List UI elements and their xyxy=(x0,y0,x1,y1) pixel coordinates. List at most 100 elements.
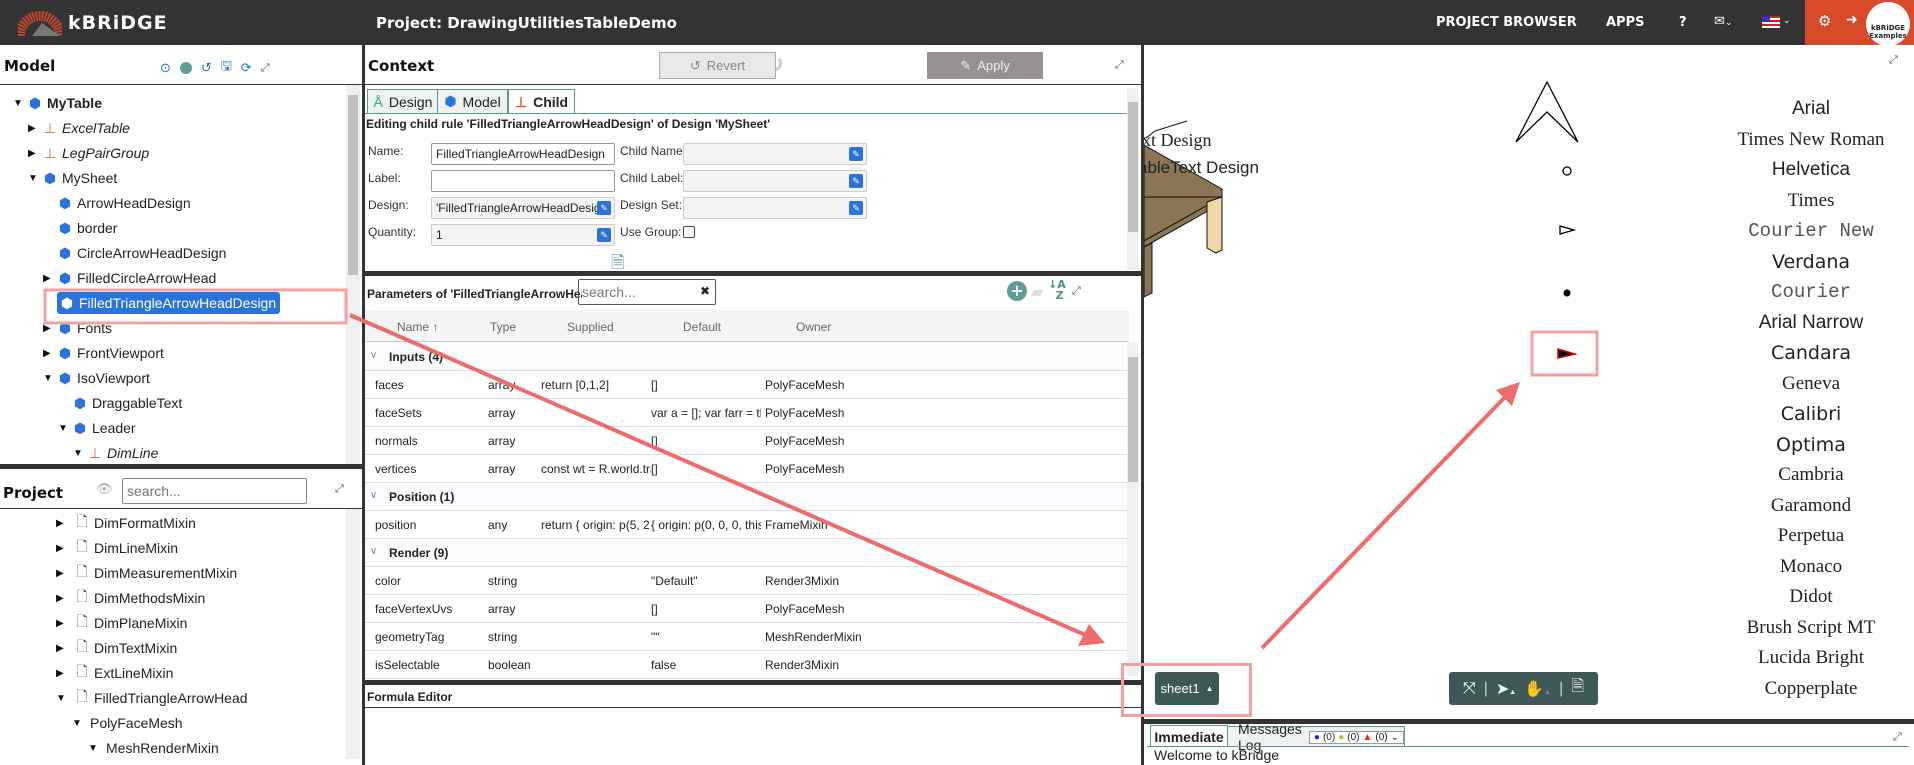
pan-hand-icon[interactable]: ✋▲ xyxy=(1524,679,1551,699)
parameters-search-input[interactable] xyxy=(582,281,697,303)
tree-item[interactable]: ▶ ⬢ Fonts xyxy=(43,316,112,340)
column-header-name[interactable]: Name ↑ xyxy=(397,320,438,334)
table-row[interactable]: normals array [] PolyFaceMesh xyxy=(365,427,1129,455)
caret-down-icon[interactable]: ▼ xyxy=(56,693,74,704)
edit-pencil-icon[interactable]: ✎ xyxy=(849,147,863,161)
tree-item[interactable]: ⬢ FilledTriangleArrowHeadDesign xyxy=(43,291,281,315)
use-group-checkbox[interactable] xyxy=(683,226,695,238)
tree-item[interactable]: ▶ 🗋 ExtLineMixin xyxy=(56,661,173,685)
tree-item[interactable]: ▶ ⊥ LegPairGroup xyxy=(28,141,149,165)
logout-icon[interactable]: ➜ xyxy=(1846,12,1858,28)
sheet-selector-button[interactable]: sheet1 ▲ xyxy=(1155,672,1219,705)
settings-gear-icon[interactable]: ⚙ xyxy=(1818,12,1831,30)
tree-item[interactable]: ⬢ ArrowHeadDesign xyxy=(43,191,191,215)
tree-item[interactable]: ▼ ⬢ IsoViewport xyxy=(43,366,150,390)
table-row[interactable]: faceVertexUvs array [] PolyFaceMesh xyxy=(365,595,1129,623)
caret-down-icon[interactable]: ▼ xyxy=(73,448,87,459)
chevron-down-icon[interactable]: ∨ xyxy=(370,546,377,557)
revert-button[interactable]: ↺ Revert xyxy=(659,52,776,79)
column-header-default[interactable]: Default xyxy=(683,320,721,334)
save-icon[interactable]: 🖫 xyxy=(221,57,232,79)
caret-down-icon[interactable]: ▼ xyxy=(43,373,57,384)
table-row[interactable]: faces array return [0,1,2] [] PolyFaceMesh xyxy=(365,371,1129,399)
tree-item[interactable]: ⬢ border xyxy=(43,216,118,240)
maximize-icon[interactable]: ⤢ xyxy=(1893,730,1902,744)
caret-down-icon[interactable]: ▼ xyxy=(72,718,90,729)
edit-pencil-icon[interactable]: ✎ xyxy=(849,201,863,215)
tab-child[interactable]: ⊥ Child xyxy=(508,89,575,114)
maximize-icon[interactable]: ⤢ xyxy=(261,61,270,75)
message-counts[interactable]: ● (0) ● (0) ▲ (0) ⌄ xyxy=(1308,730,1404,744)
edit-pencil-icon[interactable]: ✎ xyxy=(597,228,611,242)
add-parameter-icon[interactable]: + xyxy=(1007,281,1027,301)
tree-item[interactable]: ▶ 🗋 DimLineMixin xyxy=(56,536,178,560)
drawing-draggable-text[interactable]: ableText Design xyxy=(1144,158,1259,178)
caret-down-icon[interactable]: ▼ xyxy=(28,173,42,184)
refresh-icon[interactable]: ⟳ xyxy=(241,61,252,76)
column-header-supplied[interactable]: Supplied xyxy=(567,320,614,334)
caret-down-icon[interactable]: ▼ xyxy=(58,423,72,434)
tree-item[interactable]: ▼ ⬢ Leader xyxy=(58,416,136,440)
group-row[interactable]: ∨ Render (9) xyxy=(365,539,1129,567)
tab-messages-log[interactable]: Messages Log ● (0) ● (0) ▲ (0) ⌄ xyxy=(1227,721,1405,753)
context-scrollbar[interactable] xyxy=(1127,88,1139,270)
tree-item[interactable]: ▶ 🗋 DimPlaneMixin xyxy=(56,611,187,635)
table-row[interactable]: vertices array const wt = R.world.transf..… xyxy=(365,455,1129,483)
caret-right-icon[interactable]: ▶ xyxy=(56,518,74,529)
tab-design[interactable]: Å Design xyxy=(367,89,439,113)
label-field[interactable] xyxy=(431,170,615,192)
model-tree-scrollbar[interactable] xyxy=(346,85,360,465)
edit-pencil-icon[interactable]: ✎ xyxy=(849,174,863,188)
caret-down-icon[interactable]: ▼ xyxy=(88,743,106,754)
clear-search-icon[interactable]: ✖ xyxy=(700,284,710,298)
fit-view-icon[interactable]: ⤧ xyxy=(1463,680,1476,698)
design-field[interactable]: 'FilledTriangleArrowHeadDesign' ✎ xyxy=(431,197,615,219)
table-row[interactable]: position any return { origin: p(5, 2, 0, t… xyxy=(365,511,1129,539)
child-name-field[interactable]: ✎ xyxy=(683,143,867,165)
quantity-field[interactable]: 1 ✎ xyxy=(431,224,615,246)
tab-immediate[interactable]: Immediate xyxy=(1150,725,1228,747)
table-row[interactable]: isSelectable boolean false Render3Mixin xyxy=(365,651,1129,679)
apps-link[interactable]: APPS xyxy=(1606,15,1644,30)
caret-right-icon[interactable]: ▶ xyxy=(56,543,74,554)
caret-right-icon[interactable]: ▶ xyxy=(43,323,57,334)
language-menu[interactable]: ⌄ xyxy=(1762,16,1791,28)
history-icon[interactable]: ↺ xyxy=(201,61,212,76)
caret-right-icon[interactable]: ▶ xyxy=(56,568,74,579)
tree-item[interactable]: ▶ ⬢ FrontViewport xyxy=(43,341,164,365)
caret-right-icon[interactable]: ▶ xyxy=(28,148,42,159)
tree-item[interactable]: ⬢ DraggableText xyxy=(58,391,182,415)
design-set-field[interactable]: ✎ xyxy=(683,197,867,219)
help-link[interactable]: ? xyxy=(1679,15,1687,30)
maximize-icon[interactable]: ⤢ xyxy=(1072,284,1081,298)
chevron-down-icon[interactable]: ∨ xyxy=(370,350,377,361)
column-header-owner[interactable]: Owner xyxy=(796,320,831,334)
group-row[interactable]: ∨ Inputs (4) xyxy=(365,343,1129,371)
tree-item[interactable]: ▶ ⊥ ExcelTable xyxy=(28,116,130,140)
group-row[interactable]: ∨ Position (1) xyxy=(365,483,1129,511)
sort-az-icon[interactable]: ↓A Z xyxy=(1048,279,1066,301)
brand-logo[interactable]: kBRiDGE xyxy=(18,9,168,37)
caret-right-icon[interactable]: ▶ xyxy=(56,668,74,679)
maximize-icon[interactable]: ⤢ xyxy=(1889,53,1898,67)
column-header-type[interactable]: Type xyxy=(490,320,516,334)
table-row[interactable]: geometryTag string "" MeshRenderMixin xyxy=(365,623,1129,651)
selected-item[interactable]: ⬢ FilledTriangleArrowHeadDesign xyxy=(57,292,281,314)
project-search-input[interactable] xyxy=(122,478,307,504)
tree-item[interactable]: ▶ 🗋 DimMethodsMixin xyxy=(56,586,205,610)
parameters-search[interactable]: ✖ xyxy=(578,279,716,305)
project-tree-scrollbar[interactable] xyxy=(346,509,360,759)
caret-right-icon[interactable]: ▶ xyxy=(56,643,74,654)
caret-right-icon[interactable]: ▶ xyxy=(56,618,74,629)
caret-down-icon[interactable]: ▼ xyxy=(13,98,27,109)
tree-item[interactable]: ▶ 🗋 DimMeasurementMixin xyxy=(56,561,237,585)
chevron-down-icon[interactable]: ∨ xyxy=(370,490,377,501)
maximize-icon[interactable]: ⤢ xyxy=(1115,58,1124,72)
mail-menu[interactable]: ✉⌄ xyxy=(1714,14,1732,29)
tree-item[interactable]: ▼ PolyFaceMesh xyxy=(72,711,183,735)
caret-right-icon[interactable]: ▶ xyxy=(28,123,42,134)
tree-item[interactable]: ▼ MeshRenderMixin xyxy=(88,736,219,759)
formula-editor[interactable] xyxy=(368,708,1138,758)
visibility-off-icon[interactable]: 👁 xyxy=(96,482,113,497)
drawing-text-design[interactable]: ext Design xyxy=(1144,130,1211,151)
